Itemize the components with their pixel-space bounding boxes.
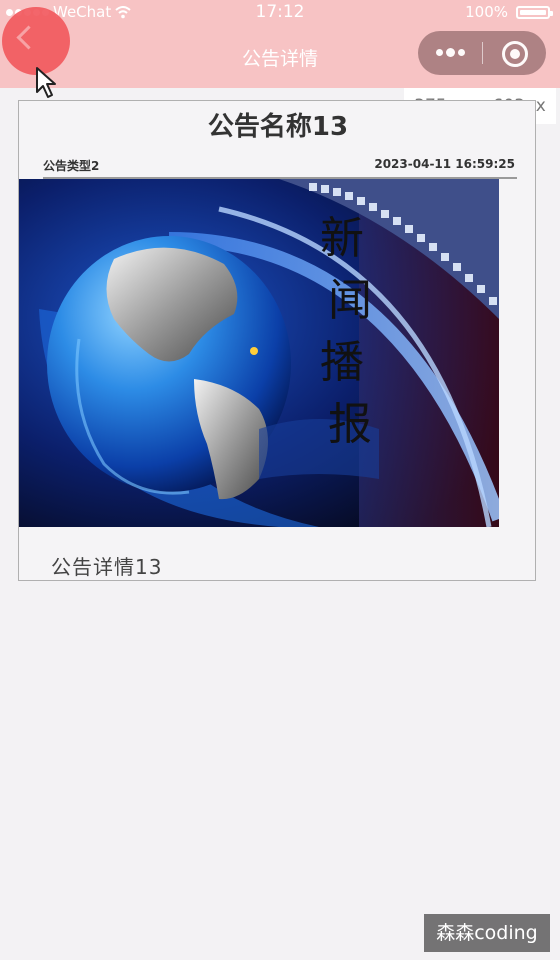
battery-percent: 100% — [465, 3, 508, 21]
notice-type: 公告类型2 — [43, 159, 100, 173]
notice-datetime: 2023-04-11 16:59:25 — [374, 157, 515, 171]
nav-bar: 公告详情 — [0, 26, 560, 88]
notice-image: 新闻播报 — [19, 179, 499, 527]
notice-card: 公告名称13 公告类型2 2023-04-11 16:59:25 新闻播报 公告… — [18, 100, 536, 581]
status-bar: WeChat 17:12 100% — [0, 0, 560, 26]
battery-icon — [516, 5, 553, 19]
target-circle-icon[interactable] — [502, 41, 528, 67]
notice-title: 公告名称13 — [207, 112, 349, 142]
back-button[interactable] — [2, 7, 70, 75]
back-chevron-icon — [16, 25, 41, 50]
battery-group: 100% — [465, 3, 553, 21]
notice-detail: 公告详情13 — [51, 555, 163, 579]
cursor-icon — [36, 67, 56, 98]
more-dots-icon[interactable] — [436, 48, 465, 57]
watermark: 森森coding — [424, 914, 550, 952]
notice-meta: 公告类型2 2023-04-11 16:59:25 — [43, 157, 515, 177]
menu-capsule[interactable] — [418, 31, 546, 75]
capsule-divider — [482, 42, 483, 64]
